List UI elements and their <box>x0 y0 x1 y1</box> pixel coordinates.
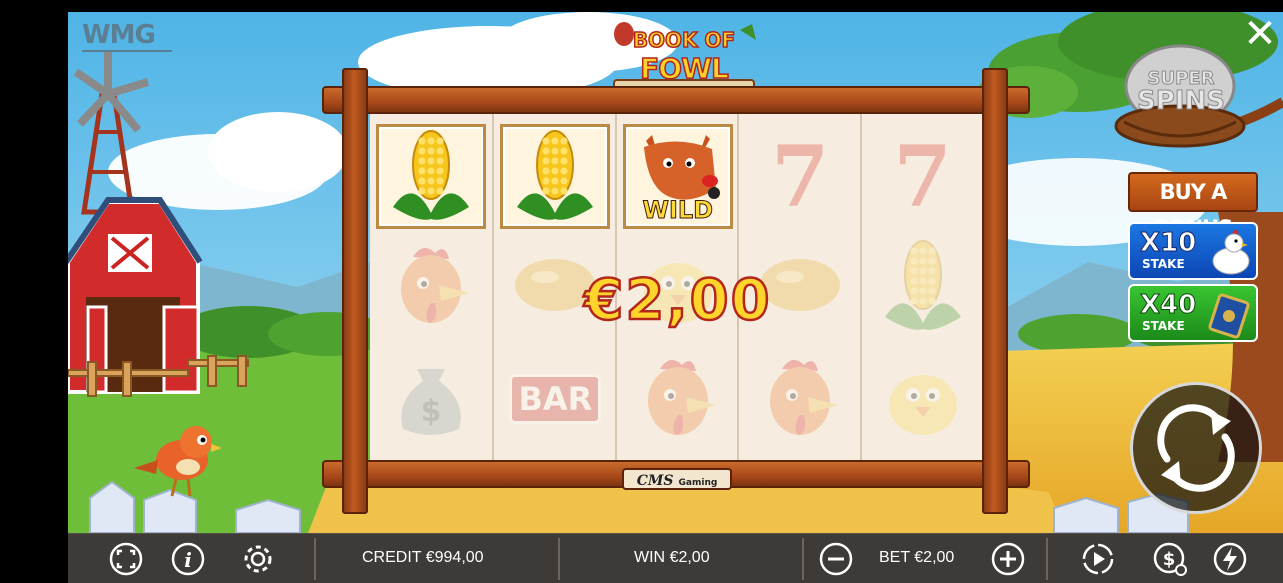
minus-icon[interactable] <box>818 541 854 577</box>
seven-symbol-label: 7 <box>770 126 830 226</box>
info-icon[interactable]: i <box>170 541 206 577</box>
bet-value: €2,00 <box>914 549 955 566</box>
bonus-stake-label: STAKE <box>1142 257 1185 271</box>
win-display: WIN €2,00 <box>634 549 710 567</box>
coin-settings-icon[interactable]: $ <box>1152 541 1188 577</box>
frame-left-post <box>342 68 368 514</box>
bet-label: BET <box>879 549 910 566</box>
frame-right-post <box>982 68 1008 514</box>
reel-column: 7 <box>859 114 982 460</box>
symbol-corn <box>868 234 978 339</box>
spin-button[interactable] <box>1130 382 1262 514</box>
provider-suffix: Gaming <box>678 478 718 488</box>
bonus-stake-label: STAKE <box>1142 319 1185 333</box>
credit-label: CREDIT <box>362 549 422 566</box>
win-amount-overlay: €2,00 <box>583 267 772 335</box>
symbol-rooster <box>623 346 733 451</box>
super-spins-line-2: SPINS <box>1137 86 1226 116</box>
svg-text:$: $ <box>421 394 442 429</box>
credit-value: €994,00 <box>425 549 484 566</box>
title-line-1: BOOK OF <box>632 27 736 53</box>
brand-name: WMG <box>82 20 156 50</box>
credit-display: CREDIT €994,00 <box>362 549 484 567</box>
bonus-multiplier: X10 <box>1139 228 1197 258</box>
symbol-corn <box>500 124 611 229</box>
symbol-bar: BAR <box>500 346 610 451</box>
symbol-seven: 7 <box>745 124 855 229</box>
symbol-rooster <box>745 346 855 451</box>
bottom-control-bar: i CREDIT €994,00 WIN €2,00 BET €2,00 $ <box>68 533 1283 583</box>
rooster-icon <box>630 349 726 449</box>
corn-icon <box>383 127 479 227</box>
corn-icon <box>507 127 603 227</box>
fullscreen-icon[interactable] <box>108 541 144 577</box>
chick-icon <box>875 349 971 449</box>
symbol-chick <box>868 346 978 451</box>
game-screen: WMG ✕ BOOK OF FOWL PLAY $BARWILD77 €2,00… <box>0 0 1283 583</box>
wild-label: WILD <box>642 196 714 225</box>
brand-logo: WMG <box>82 20 172 52</box>
buy-bonus-x40-button[interactable]: X40 STAKE <box>1128 284 1258 342</box>
svg-text:i: i <box>184 548 192 572</box>
win-label: WIN <box>634 549 666 566</box>
spin-arrows-icon <box>1157 404 1235 492</box>
rooster-icon <box>383 237 479 337</box>
corn-icon <box>875 237 971 337</box>
super-spins-button[interactable]: SUPER SPINS <box>1110 30 1250 150</box>
letterbox-left <box>0 0 68 583</box>
separator <box>802 538 804 580</box>
separator <box>1046 538 1048 580</box>
separator <box>558 538 560 580</box>
plus-icon[interactable] <box>990 541 1026 577</box>
money-bag-icon: $ <box>383 349 479 449</box>
symbol-wolf-wild: WILD <box>622 124 733 229</box>
buy-bonus-header: BUY A BONUS <box>1128 172 1258 240</box>
provider-name: CMS <box>636 473 674 489</box>
provider-logo: CMS Gaming <box>622 468 732 490</box>
symbol-rooster <box>376 234 486 339</box>
svg-text:$: $ <box>1163 549 1176 570</box>
autoplay-icon[interactable] <box>1080 541 1116 577</box>
buy-bonus-x10-button[interactable]: X10 STAKE <box>1128 222 1258 280</box>
chicken-icon <box>1212 229 1250 275</box>
brand-underline <box>82 50 172 52</box>
symbol-money-bag: $ <box>376 346 486 451</box>
bet-display: BET €2,00 <box>879 549 954 567</box>
turbo-icon[interactable] <box>1212 541 1248 577</box>
bonus-multiplier: X40 <box>1139 290 1197 320</box>
bar-symbol-label: BAR <box>509 373 602 424</box>
book-icon <box>1208 293 1250 339</box>
symbol-corn <box>376 124 486 229</box>
frame-top-plank <box>322 86 1030 114</box>
symbol-seven: 7 <box>868 124 978 229</box>
win-value: €2,00 <box>669 549 710 566</box>
seven-symbol-label: 7 <box>893 126 952 226</box>
settings-icon[interactable] <box>240 541 276 577</box>
separator <box>314 538 316 580</box>
rooster-icon <box>752 349 848 449</box>
reel-column: $ <box>370 114 493 460</box>
